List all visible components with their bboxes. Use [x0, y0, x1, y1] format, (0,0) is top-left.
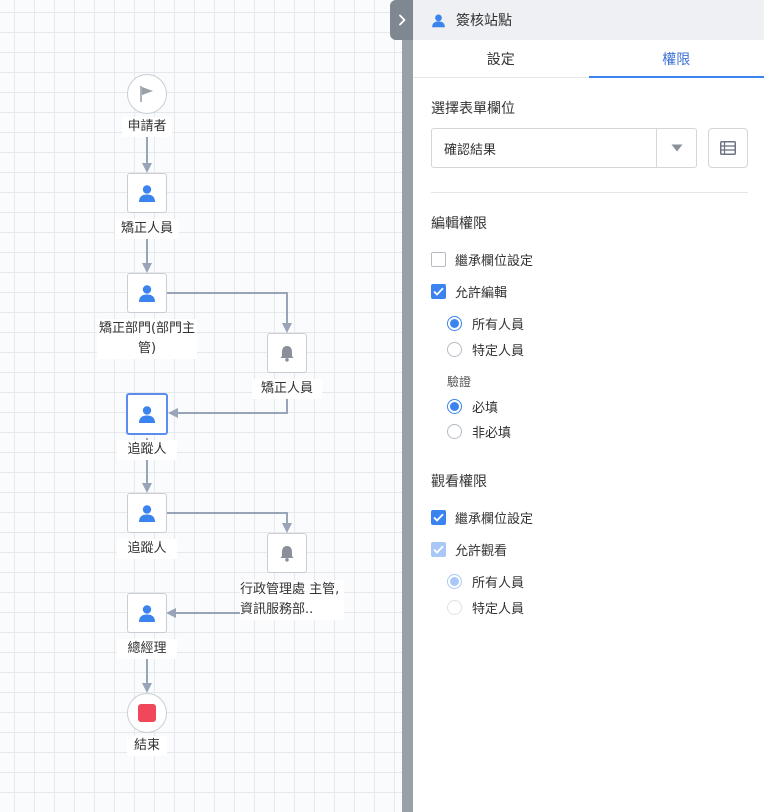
- validation-required-label: 必填: [472, 401, 499, 416]
- panel-header: 簽核站點: [413, 0, 764, 40]
- caret-down-icon[interactable]: [656, 129, 696, 167]
- section-divider: [431, 192, 748, 193]
- node-label-gm: 總經理: [117, 639, 177, 659]
- flow-edges: [142, 136, 292, 693]
- approval-node-gm[interactable]: [127, 593, 167, 633]
- node-label-correct-dept: 矯正部門(部門主管): [97, 319, 197, 359]
- validation-optional-label: 非必填: [472, 426, 512, 441]
- validation-title: 驗證: [447, 375, 472, 389]
- radio-selected[interactable]: [447, 316, 462, 331]
- notify-node-admin[interactable]: [267, 533, 307, 573]
- radio-selected-disabled: [447, 574, 462, 589]
- radio-unselected-disabled: [447, 600, 462, 615]
- node-label-end: 結束: [127, 736, 167, 756]
- radio-unselected[interactable]: [447, 424, 462, 439]
- edit-who-all-label: 所有人員: [472, 318, 525, 333]
- edit-who-specific-label: 特定人員: [472, 344, 525, 359]
- edit-who-all-radio[interactable]: 所有人員: [447, 314, 748, 333]
- view-who-specific-radio: 特定人員: [447, 598, 748, 617]
- approval-node-corrector[interactable]: [127, 173, 167, 213]
- view-who-specific-label: 特定人員: [472, 602, 525, 617]
- approval-node-tracker-2[interactable]: [127, 493, 167, 533]
- chevron-right-icon: [399, 14, 406, 26]
- field-list-button[interactable]: [708, 128, 748, 168]
- end-node[interactable]: [127, 693, 167, 733]
- checkbox-unchecked[interactable]: [431, 252, 446, 267]
- edit-permission-title: 編輯權限: [431, 216, 487, 232]
- view-inherit-checkbox[interactable]: 繼承欄位設定: [431, 508, 748, 527]
- user-icon: [139, 185, 155, 202]
- edit-inherit-checkbox[interactable]: 繼承欄位設定: [431, 250, 748, 269]
- node-label-tracker-2: 追蹤人: [117, 539, 177, 559]
- user-icon: [139, 406, 155, 423]
- edit-inherit-label: 繼承欄位設定: [455, 254, 534, 269]
- node-label-notify-corrector: 矯正人員: [252, 379, 322, 399]
- user-icon: [139, 605, 155, 622]
- stop-icon: [138, 704, 156, 722]
- radio-unselected[interactable]: [447, 342, 462, 357]
- flow-canvas[interactable]: 申請者 矯正人員 矯正部門(部門主管) 矯正人員 追蹤人 追蹤人 行政管理處 主…: [0, 0, 402, 812]
- user-icon: [431, 13, 446, 28]
- approval-node-correct-dept[interactable]: [127, 273, 167, 313]
- checkbox-checked[interactable]: [431, 284, 446, 299]
- node-label-notify-admin: 行政管理處 主管,資訊服務部..: [240, 580, 344, 620]
- collapse-panel-button[interactable]: [390, 0, 414, 40]
- approval-node-tracker-1-selected[interactable]: [126, 393, 168, 435]
- panel-splitter[interactable]: [402, 0, 413, 812]
- user-icon: [139, 505, 155, 522]
- check-icon: [433, 545, 444, 554]
- form-field-select-value: 確認結果: [444, 142, 497, 158]
- edit-allow-checkbox[interactable]: 允許編輯: [431, 282, 748, 301]
- edit-allow-label: 允許編輯: [455, 286, 508, 301]
- properties-panel: 簽核站點 設定 權限 選擇表單欄位 確認結果 編輯權限 繼承欄位設定 允許編輯 …: [413, 0, 764, 812]
- tab-permissions[interactable]: 權限: [588, 40, 764, 78]
- edge-notify-tracker1: [168, 398, 288, 418]
- view-inherit-label: 繼承欄位設定: [455, 512, 534, 527]
- user-icon: [139, 285, 155, 302]
- view-allow-checkbox: 允許觀看: [431, 540, 748, 559]
- view-who-all-label: 所有人員: [472, 576, 525, 591]
- radio-selected[interactable]: [447, 399, 462, 414]
- list-icon: [720, 141, 736, 155]
- check-icon: [433, 513, 444, 522]
- node-label-applicant: 申請者: [122, 117, 172, 137]
- bell-icon: [280, 546, 294, 562]
- checkbox-checked[interactable]: [431, 510, 446, 525]
- view-who-all-radio: 所有人員: [447, 572, 748, 591]
- view-permission-title: 觀看權限: [431, 474, 487, 490]
- flag-icon: [140, 86, 153, 102]
- validation-optional-radio[interactable]: 非必填: [447, 422, 748, 441]
- notify-node-corrector[interactable]: [267, 333, 307, 373]
- panel-tabs: 設定 權限: [413, 40, 764, 78]
- edge-tracker2-notify-admin: [167, 512, 292, 533]
- node-label-corrector: 矯正人員: [115, 219, 179, 239]
- panel-title: 簽核站點: [456, 13, 512, 29]
- edit-who-specific-radio[interactable]: 特定人員: [447, 340, 748, 359]
- field-section-title: 選擇表單欄位: [431, 101, 515, 117]
- node-label-tracker-1: 追蹤人: [117, 440, 177, 460]
- view-allow-label: 允許觀看: [455, 544, 508, 559]
- start-node[interactable]: [127, 74, 167, 114]
- bell-icon: [280, 346, 294, 362]
- form-field-select[interactable]: 確認結果: [431, 128, 697, 168]
- tab-settings[interactable]: 設定: [413, 40, 589, 77]
- validation-required-radio[interactable]: 必填: [447, 397, 748, 416]
- checkbox-checked-disabled: [431, 542, 446, 557]
- check-icon: [433, 287, 444, 296]
